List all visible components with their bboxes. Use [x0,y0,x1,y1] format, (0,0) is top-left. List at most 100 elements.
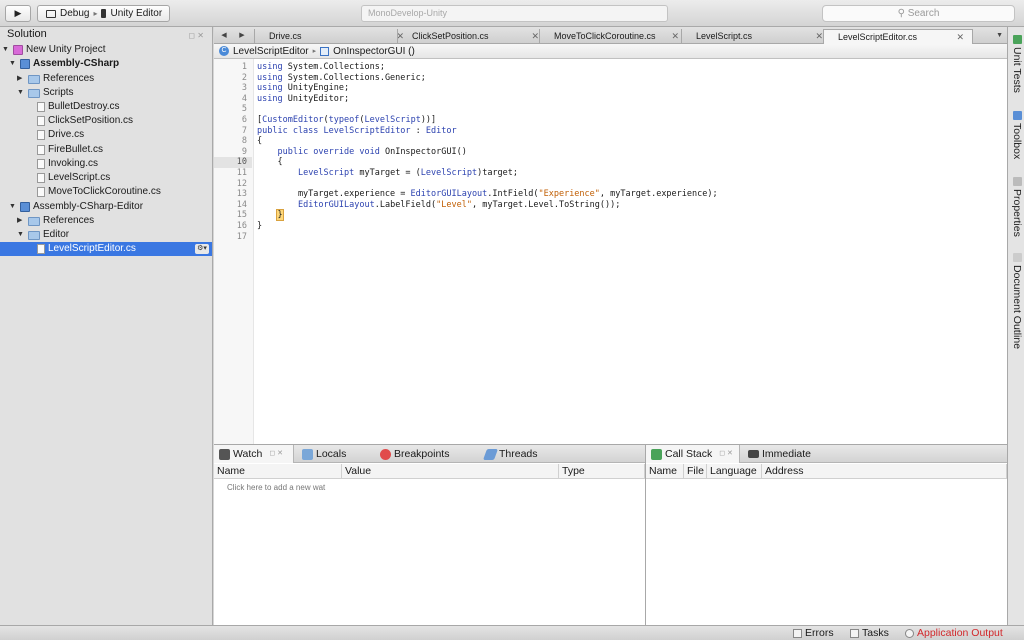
tree-item-file[interactable]: Drive.cs [37,128,84,142]
code-line[interactable]: 4 using UnityEditor; [214,94,1007,105]
pin-icon[interactable]: ◻ ✕ [188,28,204,43]
tree-item-references[interactable]: ▶ References [17,72,94,86]
tree-item-references[interactable]: ▶ References [17,214,94,228]
code-line[interactable]: 1 using System.Collections; [214,62,1007,73]
folder-icon [28,74,40,84]
tab-breakpoints[interactable]: Breakpoints [375,445,465,463]
tree-item-label: References [43,73,95,84]
code-line[interactable]: 3 using UnityEngine; [214,83,1007,94]
column-header-name[interactable]: Name [214,464,342,479]
code-line[interactable]: 9 public override void OnInspectorGUI() [214,147,1007,158]
bottom-pads: Watch ◻ ✕ Locals Breakpoints Threads Nam… [214,444,1007,626]
tree-item-label: LevelScriptEditor.cs [48,243,136,254]
project-icon [20,59,30,69]
close-icon[interactable]: ✕ [671,29,679,44]
project-icon [20,202,30,212]
tasks-label: Tasks [862,627,889,639]
code-line[interactable]: 12 [214,179,1007,190]
tab-levelscript[interactable]: LevelScript.cs ✕ [681,29,831,44]
tree-item-label: FireBullet.cs [48,144,104,155]
code-line[interactable]: 14 EditorGUILayout.LabelField("Level", m… [214,200,1007,211]
tree-item-file[interactable]: LevelScript.cs [37,171,110,185]
code-line[interactable]: 6 [CustomEditor(typeof(LevelScript))] [214,115,1007,126]
code-line[interactable]: 5 [214,104,1007,115]
tab-threads[interactable]: Threads [480,445,560,463]
tree-item-project[interactable]: ▼ Assembly-CSharp [9,57,119,71]
tree-item-folder[interactable]: ▼ Editor [17,228,69,242]
errors-button[interactable]: Errors [793,626,834,640]
pad-label: Properties [1011,189,1023,237]
pad-properties[interactable]: Properties [1010,177,1024,237]
column-header-language[interactable]: Language [707,464,762,479]
tree-item-label: Invoking.cs [48,158,99,169]
tab-movetoclickcoroutine[interactable]: MoveToClickCoroutine.cs ✕ [539,29,687,44]
tab-scroll-right-icon[interactable]: ▶ [234,27,250,44]
tab-scroll-left-icon[interactable]: ◀ [216,27,232,44]
collapse-arrow-icon[interactable]: ▶ [17,214,25,228]
expand-arrow-icon[interactable]: ▼ [9,57,17,71]
tree-item-label: Scripts [43,87,74,98]
code-line[interactable]: 7 public class LevelScriptEditor : Editor [214,126,1007,137]
solution-pad: Solution ◻ ✕ ▼ New Unity Project ▼ Assem… [0,27,213,625]
tab-watch[interactable]: Watch ◻ ✕ [214,445,294,463]
errors-icon [793,629,802,638]
search-input[interactable]: ⚲ Search [822,5,1015,22]
gear-icon[interactable]: ⚙▾ [195,244,209,254]
tree-item-file[interactable]: Invoking.cs [37,157,98,171]
application-output-button[interactable]: Application Output [905,626,1003,640]
pin-close-icon[interactable]: ◻ ✕ [269,445,283,463]
pin-close-icon[interactable]: ◻ ✕ [719,445,733,463]
tree-item-file[interactable]: MoveToClickCoroutine.cs [37,185,161,199]
device-icon [101,9,107,18]
code-line[interactable]: 17 [214,232,1007,243]
tab-clicksetposition[interactable]: ClickSetPosition.cs ✕ [397,29,547,44]
tasks-button[interactable]: Tasks [850,626,889,640]
tab-levelscripteditor[interactable]: LevelScriptEditor.cs ✕ [823,29,973,45]
column-header-value[interactable]: Value [342,464,559,479]
pad-label: Document Outline [1011,265,1023,350]
expand-arrow-icon[interactable]: ▼ [17,86,25,100]
code-line-current[interactable]: 10 { [214,157,1007,168]
close-icon[interactable]: ✕ [815,29,823,44]
column-header-type[interactable]: Type [559,464,645,479]
tab-list-menu-icon[interactable]: ▼ [996,27,1003,44]
breadcrumb-method[interactable]: OnInspectorGUI () [333,46,415,57]
tab-locals[interactable]: Locals [297,445,367,463]
expand-arrow-icon[interactable]: ▼ [17,228,25,242]
tree-item-file[interactable]: BulletDestroy.cs [37,100,120,114]
expand-arrow-icon[interactable]: ▼ [9,200,17,214]
code-editor[interactable]: 1 using System.Collections; 2 using System… [214,59,1007,444]
tree-item-file[interactable]: FireBullet.cs [37,143,103,157]
breadcrumb-class[interactable]: LevelScriptEditor [233,46,309,57]
configuration-selector[interactable]: Debug ▸ Unity Editor [37,5,170,22]
code-line[interactable]: 8{ [214,136,1007,147]
column-header-address[interactable]: Address [762,464,1007,479]
tree-item-file-selected[interactable]: LevelScriptEditor.cs ⚙▾ [0,242,212,256]
line-number: 13 [236,189,247,200]
tree-item-project[interactable]: ▼ Assembly-CSharp-Editor [9,200,143,214]
tree-item-solution[interactable]: ▼ New Unity Project [2,43,105,57]
close-icon[interactable]: ✕ [956,30,964,45]
run-button[interactable]: ▶ [5,5,31,22]
code-line[interactable]: 15 } [214,209,1007,222]
code-line[interactable]: 13 myTarget.experience = EditorGUILayout… [214,189,1007,200]
column-header-file[interactable]: File [684,464,707,479]
tree-item-file[interactable]: ClickSetPosition.cs [37,114,133,128]
code-line[interactable]: 11 LevelScript myTarget = (LevelScript)t… [214,168,1007,179]
expand-arrow-icon[interactable]: ▼ [2,43,10,57]
pad-toolbox[interactable]: Toolbox [1010,111,1024,159]
pad-document-outline[interactable]: Document Outline [1010,253,1024,349]
column-header-name[interactable]: Name [646,464,684,479]
tab-call-stack[interactable]: Call Stack ◻ ✕ [646,445,740,463]
pad-unit-tests[interactable]: Unit Tests [1010,35,1024,93]
code-line[interactable]: 16} [214,221,1007,232]
tab-drive[interactable]: Drive.cs ✕ [254,29,412,44]
code-line[interactable]: 2 using System.Collections.Generic; [214,73,1007,84]
add-watch-hint[interactable]: Click here to add a new wat [227,483,325,492]
collapse-arrow-icon[interactable]: ▶ [17,72,25,86]
close-icon[interactable]: ✕ [531,29,539,44]
tree-item-folder[interactable]: ▼ Scripts [17,86,74,100]
tab-immediate[interactable]: Immediate [743,445,823,463]
properties-icon [1012,177,1022,186]
status-bar: Errors Tasks Application Output [0,625,1024,640]
